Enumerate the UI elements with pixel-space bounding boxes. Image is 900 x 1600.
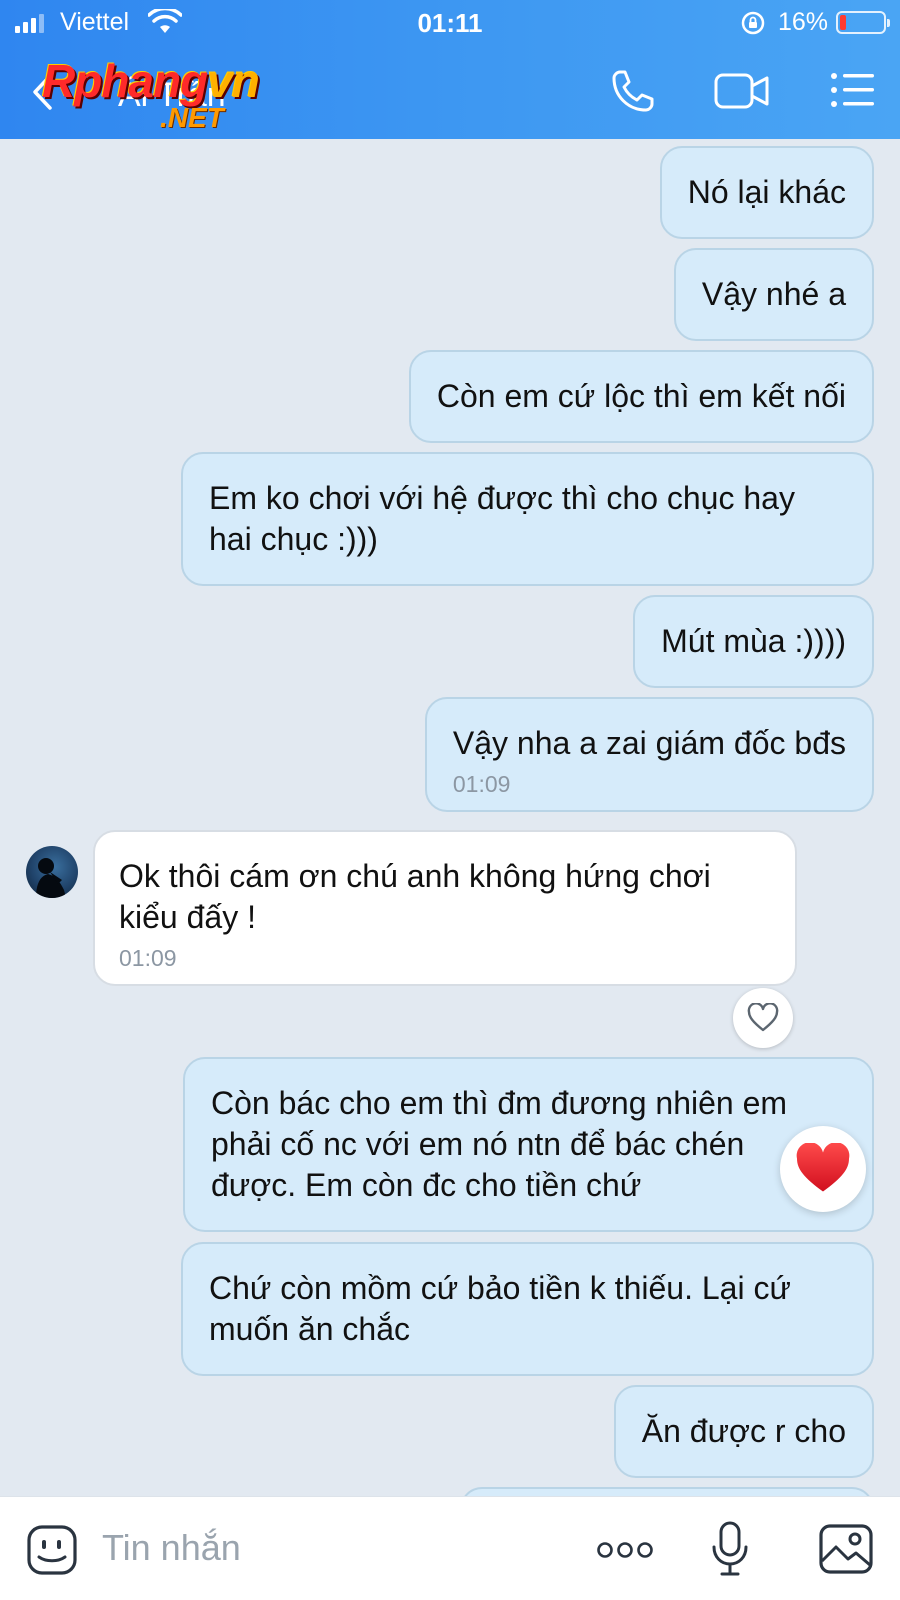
message-input-bar: Tin nhắn: [0, 1496, 900, 1600]
message-text: Chứ còn mồm cứ bảo tiền k thiếu. Lại cứ …: [209, 1270, 791, 1347]
message-text: Ok thôi cám ơn chú anh không hứng chơi k…: [119, 858, 711, 935]
chat-header: Viettel 01:11 16% Ái Trần Rphangvn .NET: [0, 0, 900, 139]
message-bubble[interactable]: Em ko chơi với hệ được thì cho chục hay …: [181, 452, 874, 586]
message-text: Vậy nhé a: [701, 276, 846, 312]
message-bubble[interactable]: Mút mùa :)))): [633, 595, 874, 688]
message-text: Vậy nha a zai giám đốc bđs: [452, 725, 846, 761]
message-bubble[interactable]: Vậy nha a zai giám đốc bđs 01:09: [424, 697, 874, 812]
menu-icon[interactable]: [830, 72, 876, 108]
message-bubble[interactable]: Ăn được r cho: [613, 1385, 874, 1478]
avatar-silhouette: [36, 858, 66, 898]
react-heart-button[interactable]: [733, 988, 793, 1048]
watermark-logo: Rphangvn .NET: [42, 55, 260, 133]
message-time: 01:09: [452, 771, 511, 797]
battery-percent: 16%: [778, 8, 829, 36]
message-bubble[interactable]: Vậy nhé a: [673, 248, 874, 341]
status-bar: Viettel 01:11 16%: [0, 0, 900, 46]
message-text: Nó lại khác: [687, 174, 846, 210]
rotation-lock-icon: [741, 11, 765, 35]
message-text: Ăn được r cho: [641, 1413, 846, 1449]
message-time: 01:09: [119, 945, 177, 971]
message-bubble[interactable]: Còn bác cho em thì đm đương nhiên em phả…: [183, 1057, 874, 1232]
message-text: Em ko chơi với hệ được thì cho chục hay …: [209, 480, 795, 557]
message-text: Mút mùa :)))): [661, 623, 846, 659]
message-bubble[interactable]: Chứ còn mồm cứ bảo tiền k thiếu. Lại cứ …: [181, 1242, 874, 1376]
avatar[interactable]: [26, 846, 78, 898]
battery-icon: [836, 11, 890, 34]
message-list[interactable]: Nó lại khác Vậy nhé a Còn em cứ lộc thì …: [0, 139, 900, 1496]
heart-outline-icon: [747, 1003, 779, 1032]
more-icon[interactable]: [596, 1541, 654, 1559]
message-input[interactable]: Tin nhắn: [102, 1527, 241, 1569]
message-bubble[interactable]: Nó lại khác: [659, 146, 874, 239]
message-bubble-partial[interactable]: [460, 1487, 874, 1496]
message-text: Còn bác cho em thì đm đương nhiên em phả…: [211, 1085, 788, 1203]
image-icon[interactable]: [818, 1523, 874, 1575]
heart-reaction-icon: [796, 1143, 850, 1192]
microphone-icon[interactable]: [710, 1521, 750, 1577]
message-bubble-received[interactable]: Ok thôi cám ơn chú anh không hứng chơi k…: [93, 830, 797, 986]
message-text: Còn em cứ lộc thì em kết nối: [436, 378, 846, 414]
message-bubble[interactable]: Còn em cứ lộc thì em kết nối: [408, 350, 874, 443]
phone-icon[interactable]: [610, 68, 656, 114]
heart-reaction[interactable]: [780, 1126, 866, 1212]
sticker-icon[interactable]: [26, 1524, 78, 1576]
video-call-icon[interactable]: [714, 71, 770, 111]
